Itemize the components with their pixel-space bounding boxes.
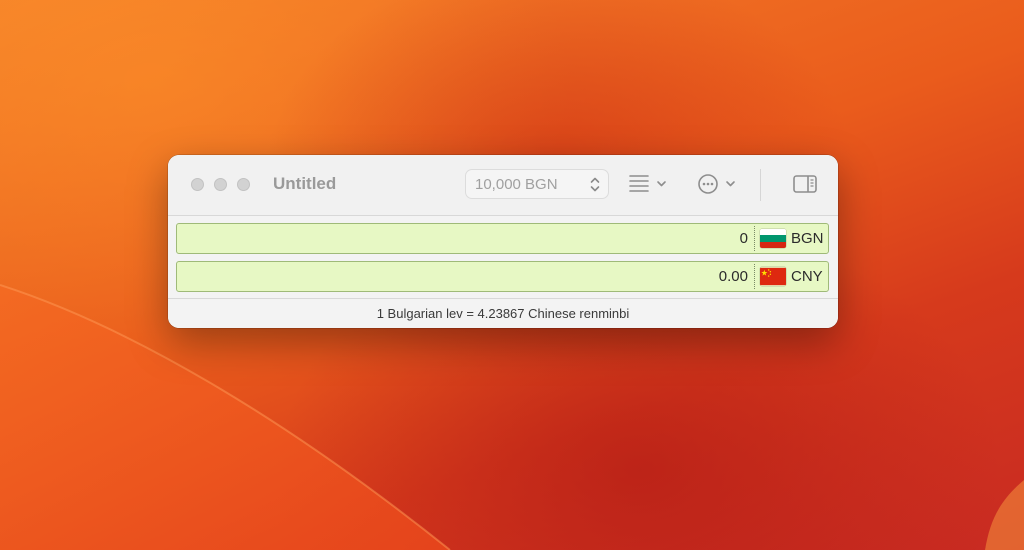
row-divider (754, 226, 755, 251)
window-title: Untitled (273, 174, 337, 193)
list-icon (629, 175, 649, 192)
converter-window: Untitled 10,000 BGN 0 BGN 0.00 CNY 1 Bul… (168, 155, 838, 328)
list-menu-button[interactable] (628, 171, 670, 197)
ellipsis-circle-icon (698, 174, 718, 194)
china-flag-icon[interactable] (760, 267, 786, 286)
currency-row-bgn[interactable]: BGN (176, 223, 829, 254)
sidebar-right-icon (793, 175, 817, 193)
amount-stepper-field[interactable] (465, 169, 609, 199)
toolbar-divider (760, 169, 761, 201)
exchange-rate-text: 1 Bulgarian lev = 4.23867 Chinese renmin… (376, 306, 630, 321)
stepper-chevrons-icon[interactable] (589, 176, 601, 193)
chevron-down-icon (726, 181, 735, 187)
sidebar-toggle-button[interactable] (792, 171, 818, 197)
more-menu-button[interactable] (696, 171, 738, 197)
title-bar: Untitled (168, 155, 838, 216)
zoom-window-button[interactable] (237, 178, 250, 191)
currency-code-bgn[interactable]: BGN (791, 230, 824, 247)
cny-amount-input[interactable] (183, 267, 748, 286)
minimize-window-button[interactable] (214, 178, 227, 191)
amount-input[interactable] (475, 175, 583, 193)
row-divider (754, 264, 755, 289)
currency-code-cny[interactable]: CNY (791, 268, 823, 285)
chevron-down-icon (657, 181, 666, 187)
currency-row-cny[interactable]: CNY (176, 261, 829, 292)
bulgaria-flag-icon[interactable] (760, 229, 786, 248)
close-window-button[interactable] (191, 178, 204, 191)
bgn-amount-input[interactable] (183, 229, 748, 248)
status-bar: 1 Bulgarian lev = 4.23867 Chinese renmin… (168, 298, 838, 328)
